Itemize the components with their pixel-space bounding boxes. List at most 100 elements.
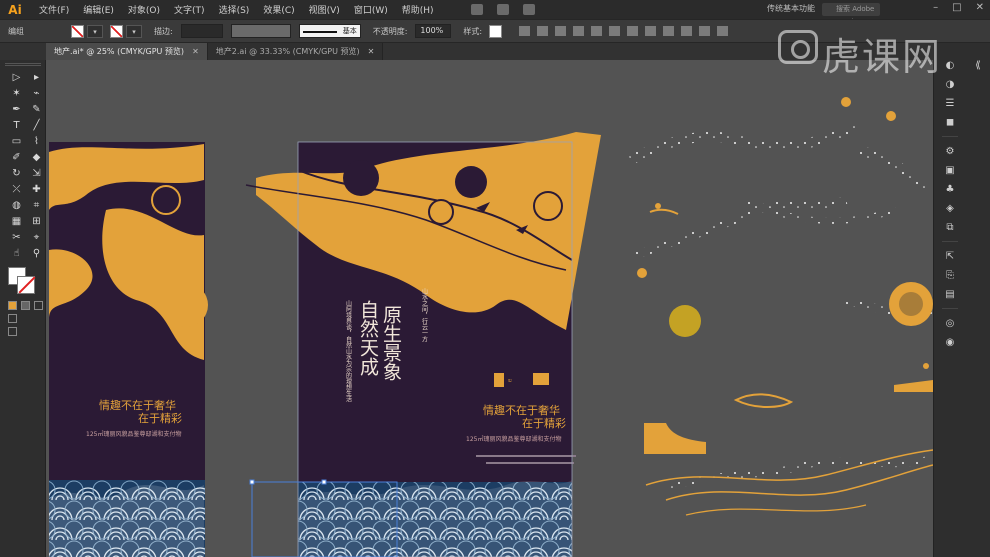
links-icon[interactable]: ⇱ bbox=[942, 248, 958, 264]
graphic-styles-icon[interactable]: ▣ bbox=[942, 162, 958, 178]
center-tagline-1: 情趣不在于奢华 bbox=[483, 403, 560, 417]
menu-file[interactable]: 文件(F) bbox=[32, 3, 76, 16]
menu-help[interactable]: 帮助(H) bbox=[395, 3, 441, 16]
sun-circle[interactable] bbox=[669, 305, 701, 337]
tab-document-1[interactable]: 地产.ai* @ 25% (CMYK/GPU 预览) ✕ bbox=[46, 43, 208, 60]
align-left-icon[interactable] bbox=[519, 26, 531, 36]
artboard-tool-icon[interactable]: ⌖ bbox=[28, 230, 45, 245]
appearance-icon[interactable]: ⚙ bbox=[942, 143, 958, 159]
scale-tool-icon[interactable]: ⇲ bbox=[28, 166, 45, 181]
arrange-documents-icon[interactable] bbox=[496, 4, 509, 15]
distribute-left-icon[interactable] bbox=[627, 26, 639, 36]
width-tool-icon[interactable]: ⤫ bbox=[8, 182, 25, 197]
align-top-icon[interactable] bbox=[573, 26, 585, 36]
recolor-icon[interactable] bbox=[717, 26, 729, 36]
distribute-right-icon[interactable] bbox=[663, 26, 675, 36]
mesh-tool-icon[interactable]: ▦ bbox=[8, 214, 25, 229]
selection-handle[interactable] bbox=[321, 479, 327, 485]
opacity-field[interactable]: 100% bbox=[415, 24, 452, 38]
shape-builder-icon[interactable]: ◍ bbox=[8, 198, 25, 213]
stroke-swatch[interactable] bbox=[110, 24, 123, 38]
align-right-icon[interactable] bbox=[555, 26, 567, 36]
selection-tool-icon[interactable]: ▷ bbox=[8, 70, 25, 85]
bridge-icon[interactable] bbox=[470, 4, 483, 15]
menu-view[interactable]: 视图(V) bbox=[302, 3, 347, 16]
tab-document-2[interactable]: 地产2.ai @ 33.33% (CMYK/GPU 预览) ✕ bbox=[207, 43, 384, 60]
magic-wand-icon[interactable]: ✶ bbox=[8, 86, 25, 101]
paintbrush-icon[interactable]: ⌇ bbox=[28, 134, 45, 149]
graphic-style-swatch[interactable] bbox=[489, 24, 503, 38]
menu-select[interactable]: 选择(S) bbox=[212, 3, 257, 16]
gradient-tool-icon[interactable]: ⊞ bbox=[28, 214, 45, 229]
close-tab-icon[interactable]: ✕ bbox=[192, 47, 199, 56]
menu-effect[interactable]: 效果(C) bbox=[256, 3, 301, 16]
scissors-icon[interactable]: ✂ bbox=[8, 230, 25, 245]
stroke-dropdown[interactable]: ▾ bbox=[126, 24, 142, 38]
pencil-icon[interactable]: ✐ bbox=[8, 150, 25, 165]
menu-edit[interactable]: 编辑(E) bbox=[76, 3, 121, 16]
transparency-icon[interactable]: ◉ bbox=[942, 334, 958, 350]
dock-separator bbox=[942, 241, 958, 242]
variable-width-profile[interactable] bbox=[230, 24, 291, 38]
transform-panel-icon[interactable]: ⎘ bbox=[942, 267, 958, 283]
lasso-icon[interactable]: ⌁ bbox=[28, 86, 45, 101]
maximize-icon[interactable]: □ bbox=[952, 2, 961, 13]
gpu-rocket-icon[interactable] bbox=[522, 4, 535, 15]
fill-dropdown[interactable]: ▾ bbox=[87, 24, 103, 38]
isolate-icon[interactable] bbox=[699, 26, 711, 36]
hand-tool-icon[interactable]: ☝ bbox=[8, 246, 25, 261]
curvature-tool-icon[interactable]: ✎ bbox=[28, 102, 45, 117]
flower-small[interactable] bbox=[886, 111, 896, 121]
puppet-warp-icon[interactable]: ✚ bbox=[28, 182, 45, 197]
properties-panel-icon[interactable]: ☰ bbox=[942, 95, 958, 111]
align-panel-icon[interactable]: ▤ bbox=[942, 286, 958, 302]
fill-swatch[interactable] bbox=[71, 24, 84, 38]
none-mode-icon[interactable] bbox=[34, 301, 43, 310]
screen-mode-icon[interactable] bbox=[8, 327, 17, 336]
flower-small[interactable] bbox=[841, 97, 851, 107]
rectangle-tool-icon[interactable]: ▭ bbox=[8, 134, 25, 149]
pathfinder-icon[interactable]: ◎ bbox=[942, 315, 958, 331]
fill-stroke-widget[interactable] bbox=[8, 267, 38, 297]
decor-elements[interactable] bbox=[628, 97, 933, 516]
direct-selection-tool-icon[interactable]: ▸ bbox=[28, 70, 45, 85]
distribute-center-icon[interactable] bbox=[645, 26, 657, 36]
align-middle-icon[interactable] bbox=[591, 26, 603, 36]
selection-handle[interactable] bbox=[249, 479, 255, 485]
draw-mode-icon[interactable] bbox=[8, 314, 17, 323]
watermark: 虎课网 bbox=[778, 20, 978, 79]
symbols-icon[interactable]: ♣ bbox=[942, 181, 958, 197]
stroke-weight-field[interactable] bbox=[180, 24, 223, 38]
flower-small[interactable] bbox=[637, 268, 647, 278]
panel-grip[interactable] bbox=[4, 63, 41, 66]
close-tab-icon[interactable]: ✕ bbox=[368, 47, 375, 56]
zoom-tool-icon[interactable]: ⚲ bbox=[28, 246, 45, 261]
line-tool-icon[interactable]: ╱ bbox=[28, 118, 45, 133]
perspective-grid-icon[interactable]: ⌗ bbox=[28, 198, 45, 213]
poster-center[interactable]: 原生景象 自然天成 山阿境界谈，自然山水为宗的理想生活 山水之间，行云一方 ಲ … bbox=[245, 132, 601, 557]
menu-window[interactable]: 窗口(W) bbox=[347, 3, 395, 16]
type-tool-icon[interactable]: T bbox=[8, 118, 25, 133]
poster-left[interactable]: 情趣不在于奢华 在于精彩 125㎡瑰丽风貌品鉴尊邸湖和支付物 bbox=[49, 142, 208, 557]
artboards-icon[interactable]: ⧉ bbox=[942, 219, 958, 235]
swatches-icon[interactable]: ◼ bbox=[942, 114, 958, 130]
brush-definition[interactable]: 基本 bbox=[298, 24, 361, 38]
color-guide-icon[interactable]: ◑ bbox=[942, 76, 958, 92]
pen-tool-icon[interactable]: ✒ bbox=[8, 102, 25, 117]
close-icon[interactable]: ✕ bbox=[976, 2, 984, 13]
artboard-canvas[interactable]: 情趣不在于奢华 在于精彩 125㎡瑰丽风貌品鉴尊邸湖和支付物 原生景象 自然天成 bbox=[46, 60, 933, 557]
transform-icon[interactable] bbox=[681, 26, 693, 36]
minimize-icon[interactable]: – bbox=[933, 2, 938, 13]
menu-object[interactable]: 对象(O) bbox=[121, 3, 167, 16]
rotate-tool-icon[interactable]: ↻ bbox=[8, 166, 25, 181]
workspace-switcher[interactable]: 传统基本功能 bbox=[767, 3, 815, 14]
color-mode-icon[interactable] bbox=[8, 301, 17, 310]
align-bottom-icon[interactable] bbox=[609, 26, 621, 36]
layers-icon[interactable]: ◈ bbox=[942, 200, 958, 216]
stock-search-input[interactable]: 搜索 Adobe Stock bbox=[822, 3, 880, 26]
eraser-icon[interactable]: ◆ bbox=[28, 150, 45, 165]
gradient-mode-icon[interactable] bbox=[21, 301, 30, 310]
align-center-icon[interactable] bbox=[537, 26, 549, 36]
stroke-box[interactable] bbox=[17, 276, 35, 294]
menu-type[interactable]: 文字(T) bbox=[167, 3, 212, 16]
